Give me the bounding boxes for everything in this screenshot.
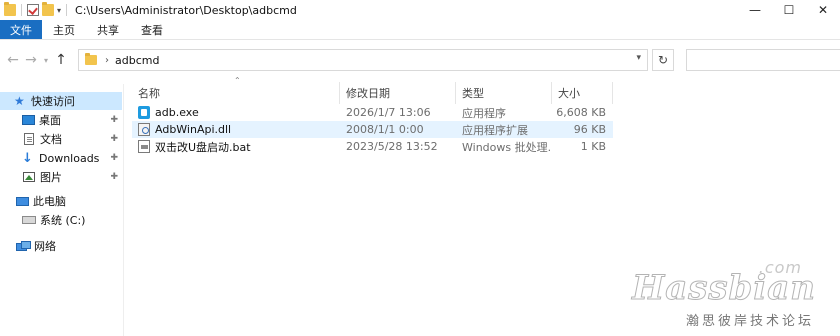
- chevron-right-icon[interactable]: ›: [105, 55, 109, 66]
- new-folder-icon[interactable]: [42, 2, 54, 16]
- sidebar-item-pictures[interactable]: 图片 ✚: [22, 168, 124, 186]
- sidebar-item-label: Downloads: [39, 151, 100, 165]
- customize-toolbar-icon[interactable]: ▾: [57, 6, 61, 15]
- file-name-cell: AdbWinApi.dll: [132, 123, 340, 136]
- sidebar-item-label: 快速访问: [31, 95, 75, 108]
- watermark-subtitle: 瀚思彼岸技术论坛: [685, 314, 814, 329]
- document-icon: [24, 133, 34, 145]
- arrow-right-icon[interactable]: →: [22, 52, 40, 68]
- tab-file[interactable]: 文件: [0, 20, 42, 39]
- file-rows: adb.exe 2026/1/7 13:06 应用程序 6,608 KB Adb…: [132, 104, 613, 155]
- sidebar-item-documents[interactable]: 文档 ✚: [22, 130, 124, 148]
- close-button[interactable]: ✕: [806, 0, 840, 20]
- sidebar-item-quick-access[interactable]: ★ 快速访问: [0, 92, 122, 110]
- quick-access-toolbar: ▾: [0, 2, 69, 16]
- column-header-type[interactable]: 类型: [456, 82, 552, 104]
- address-bar[interactable]: › adbcmd ▾: [78, 49, 648, 71]
- watermark: .com Hassbian 瀚思彼岸技术论坛: [632, 258, 822, 329]
- file-size: 1 KB: [580, 140, 606, 153]
- file-date: 2026/1/7 13:06: [346, 106, 431, 119]
- sidebar-item-this-pc[interactable]: 此电脑: [16, 192, 66, 210]
- file-size: 6,608 KB: [556, 106, 606, 119]
- file-name-cell: 双击改U盘启动.bat: [132, 139, 340, 155]
- breadcrumb-adbcmd[interactable]: adbcmd: [115, 54, 159, 67]
- drive-icon: [22, 216, 36, 224]
- folder-icon: [85, 53, 97, 65]
- chevron-down-icon[interactable]: ▾: [636, 53, 641, 63]
- tab-home[interactable]: 主页: [42, 20, 86, 39]
- search-input[interactable]: [686, 49, 840, 71]
- toolbar-divider: [66, 4, 68, 16]
- arrow-left-icon[interactable]: ←: [4, 52, 22, 68]
- star-icon: ★: [14, 94, 25, 108]
- folder-icon: [4, 2, 16, 16]
- file-type: 应用程序扩展: [462, 123, 528, 137]
- tab-share[interactable]: 共享: [86, 20, 130, 39]
- toolbar-divider: [21, 4, 22, 16]
- table-row[interactable]: AdbWinApi.dll 2008/1/1 0:00 应用程序扩展 96 KB: [132, 121, 613, 138]
- window-title: C:\Users\Administrator\Desktop\adbcmd: [75, 3, 297, 17]
- watermark-brand: Hassbian: [632, 268, 816, 309]
- refresh-button[interactable]: ↻: [652, 49, 674, 71]
- file-date: 2008/1/1 0:00: [346, 123, 424, 136]
- pin-icon: ✚: [110, 153, 118, 163]
- sidebar-item-network[interactable]: 网络: [16, 237, 56, 255]
- network-icon: [16, 241, 31, 251]
- sidebar-item-label: 图片: [40, 171, 62, 184]
- pin-icon: ✚: [110, 172, 118, 182]
- file-type: 应用程序: [462, 106, 506, 120]
- sidebar-item-label: 桌面: [39, 114, 61, 127]
- column-header-date[interactable]: 修改日期: [340, 82, 456, 104]
- sidebar-item-label: 系统 (C:): [40, 214, 86, 227]
- sidebar-item-label: 此电脑: [33, 195, 66, 208]
- file-name-cell: adb.exe: [132, 106, 340, 119]
- refresh-icon: ↻: [657, 53, 669, 67]
- sidebar-item-label: 网络: [34, 240, 56, 253]
- file-size: 96 KB: [573, 123, 606, 136]
- maximize-button[interactable]: ☐: [772, 0, 806, 20]
- table-row[interactable]: 双击改U盘启动.bat 2023/5/28 13:52 Windows 批处理.…: [132, 138, 613, 155]
- file-date: 2023/5/28 13:52: [346, 140, 438, 153]
- arrow-up-icon[interactable]: ↑: [52, 52, 70, 68]
- recent-locations-icon[interactable]: ▾: [40, 56, 52, 65]
- column-header-name[interactable]: 名称: [132, 82, 340, 104]
- bat-icon: [138, 140, 150, 153]
- sidebar-item-system-drive[interactable]: 系统 (C:): [22, 211, 85, 229]
- file-type: Windows 批处理...: [462, 140, 552, 154]
- sidebar-item-desktop[interactable]: 桌面 ✚: [22, 111, 124, 129]
- computer-icon: [16, 196, 29, 206]
- file-name: 双击改U盘启动.bat: [155, 140, 251, 154]
- exe-icon: [138, 106, 150, 119]
- navigation-bar: ← → ▾ ↑ › adbcmd ▾ ↻: [0, 44, 840, 76]
- pin-icon: ✚: [110, 134, 118, 144]
- dll-icon: [138, 123, 150, 136]
- tab-view[interactable]: 查看: [130, 20, 174, 39]
- minimize-button[interactable]: —: [738, 0, 772, 20]
- file-name: AdbWinApi.dll: [155, 123, 232, 136]
- column-header-size[interactable]: 大小: [552, 82, 613, 104]
- properties-icon[interactable]: [27, 4, 39, 16]
- window-controls: — ☐ ✕: [738, 0, 840, 20]
- download-icon: ↓: [22, 150, 33, 166]
- navigation-pane: ★ 快速访问 桌面 ✚ 文档 ✚ ↓ Downloads ✚ 图片 ✚ 此电脑 …: [0, 84, 124, 336]
- desktop-icon: [22, 115, 35, 125]
- picture-icon: [23, 172, 35, 182]
- title-bar: ▾ C:\Users\Administrator\Desktop\adbcmd …: [0, 0, 840, 20]
- sidebar-item-label: 文档: [40, 133, 62, 146]
- column-headers: 名称 修改日期 类型 大小: [132, 82, 613, 104]
- sidebar-item-downloads[interactable]: ↓ Downloads ✚: [22, 149, 124, 167]
- ribbon-tabs: 文件 主页 共享 查看: [0, 20, 840, 40]
- file-name: adb.exe: [155, 106, 199, 119]
- pin-icon: ✚: [110, 115, 118, 125]
- table-row[interactable]: adb.exe 2026/1/7 13:06 应用程序 6,608 KB: [132, 104, 613, 121]
